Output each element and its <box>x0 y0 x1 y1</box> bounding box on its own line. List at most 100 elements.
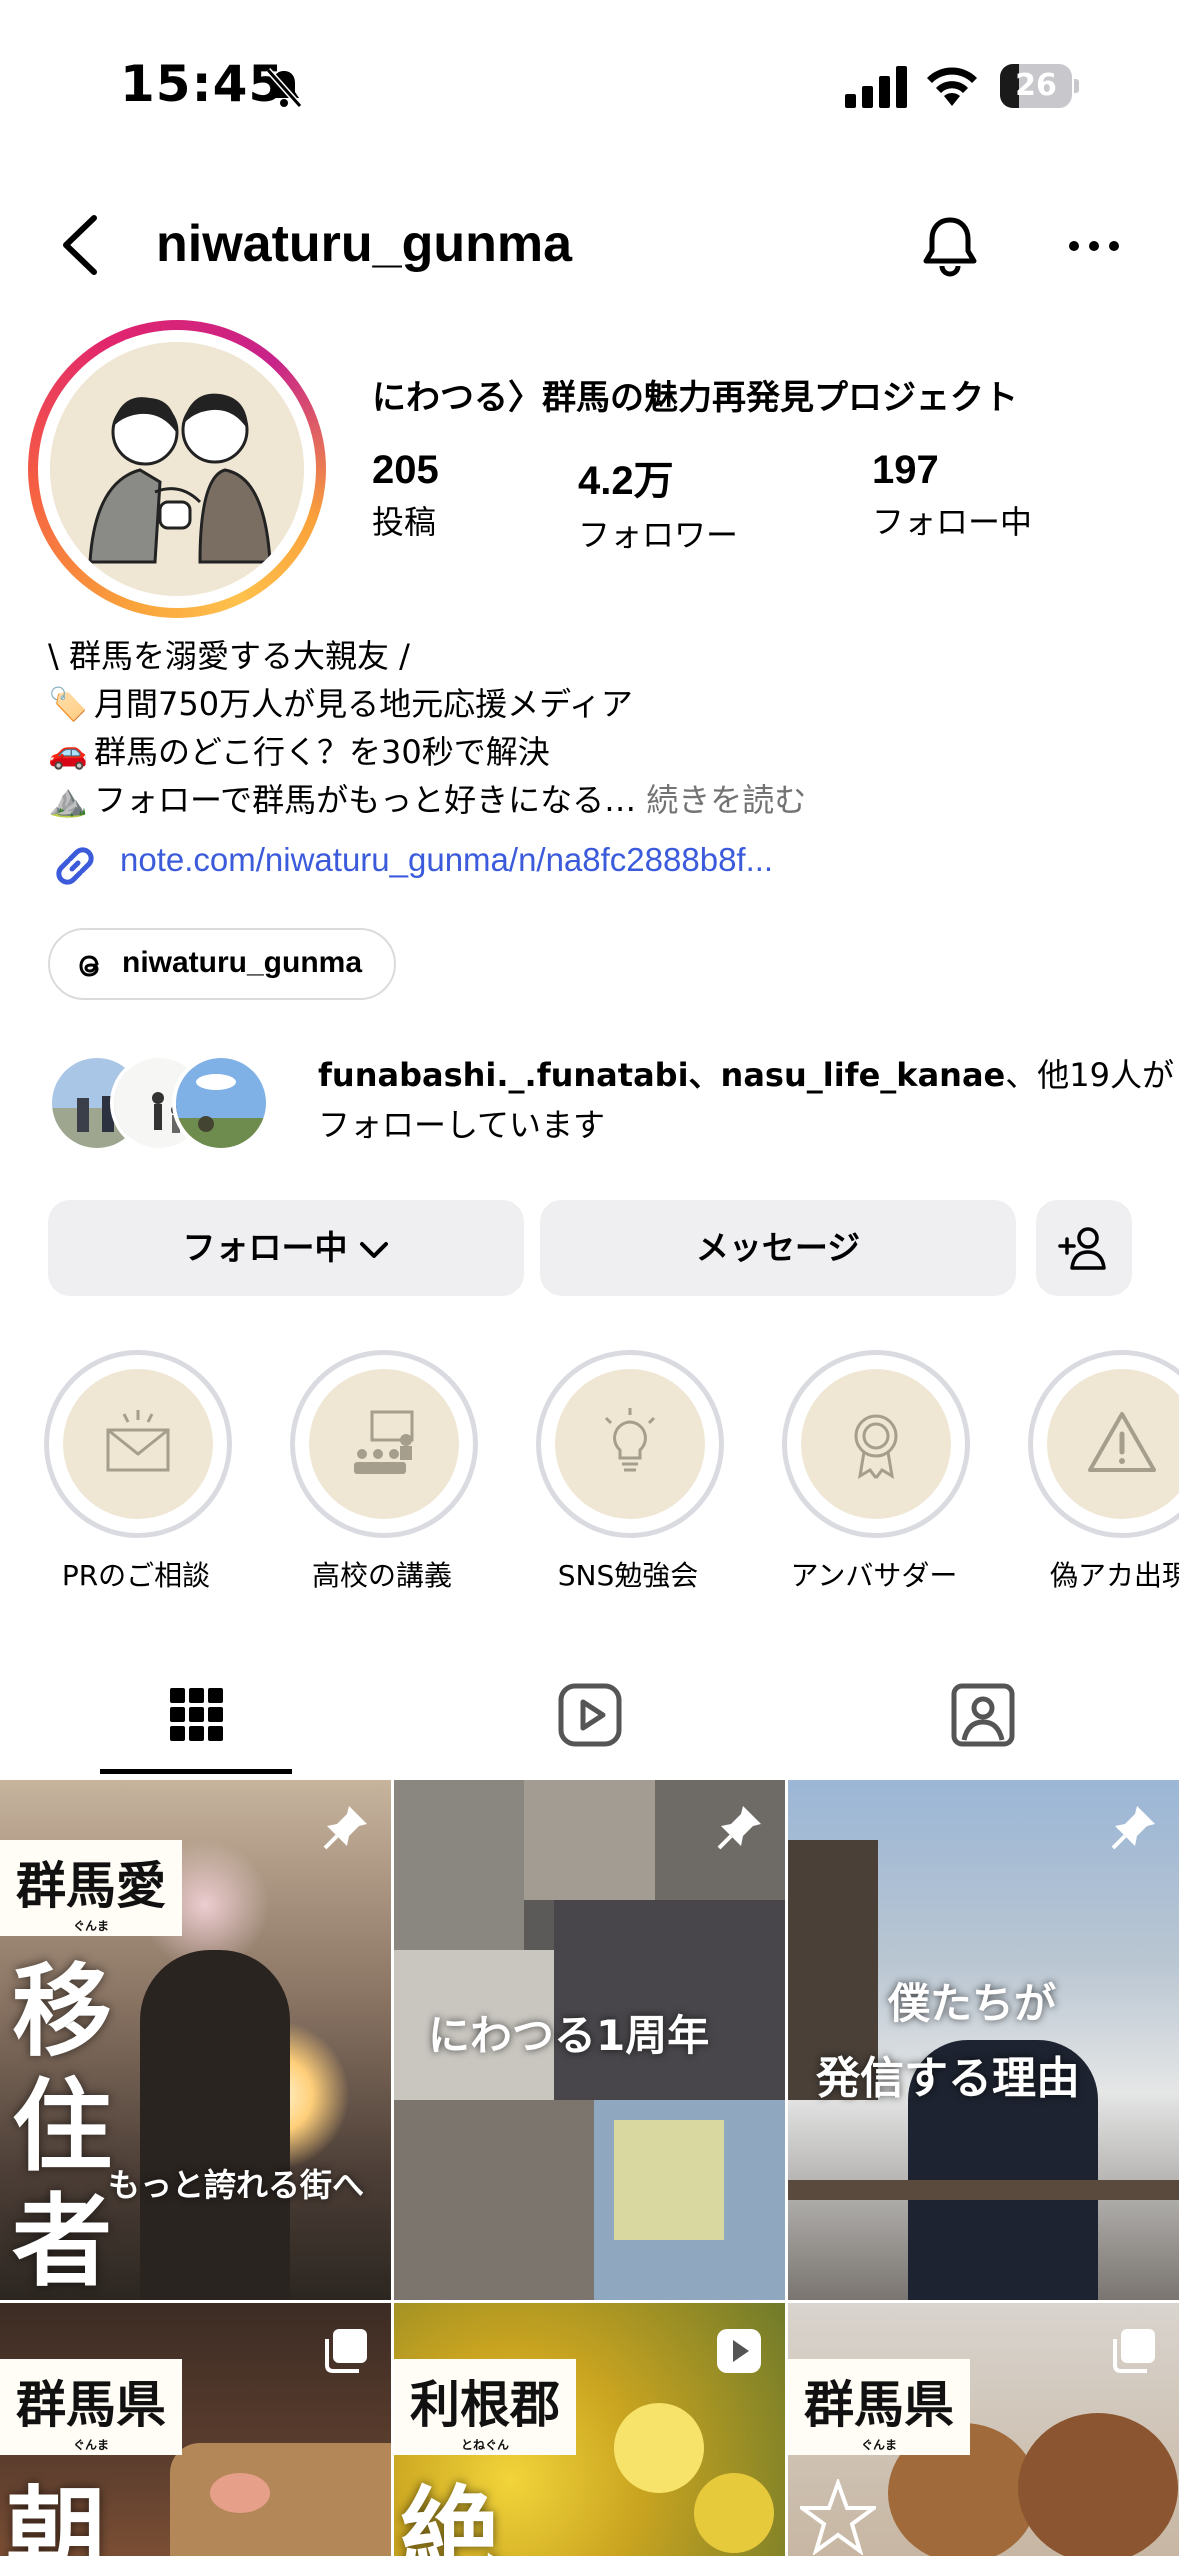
stat-posts-count: 205 <box>372 448 439 492</box>
grid-icon <box>170 1688 223 1741</box>
post-tile[interactable]: にわつる1周年 <box>394 1780 785 2300</box>
post-tag-text: 群馬県 <box>16 2376 166 2434</box>
stat-followers[interactable]: 4.2万 フォロワー <box>578 448 738 556</box>
car-emoji-icon: 🚗 <box>48 733 88 771</box>
post-tag-box: 群馬県 ぐんま <box>788 2359 970 2455</box>
bio-line-2-text: 月間750万人が見る地元応援メディア <box>94 685 633 723</box>
mutual-follower-avatar <box>172 1054 270 1152</box>
post-caption-line2: 発信する理由 <box>816 2053 1080 2104</box>
threads-username: niwaturu_gunma <box>122 946 363 979</box>
profile-avatar-story-ring[interactable] <box>28 320 326 618</box>
wifi-icon <box>927 67 977 106</box>
message-button[interactable]: メッセージ <box>540 1200 1016 1296</box>
post-tag-text: 利根郡 <box>410 2376 560 2434</box>
stat-posts-label: 投稿 <box>372 503 437 541</box>
status-bar: 15:45 26 <box>0 0 1179 170</box>
following-button-label: フォロー中 <box>182 1228 348 1267</box>
profile-header: niwaturu_gunma <box>0 190 1179 300</box>
envelope-icon <box>106 1410 170 1472</box>
cellular-signal-icon <box>845 66 907 108</box>
tab-reels[interactable] <box>393 1660 786 1775</box>
post-caption-line1: 僕たちが <box>888 1979 1057 2028</box>
post-tile[interactable]: 利根郡とねぐん 絶 <box>394 2303 785 2556</box>
tab-posts-grid[interactable] <box>0 1660 393 1775</box>
pin-icon <box>323 1806 367 1850</box>
mutual-followers[interactable]: funabashi._.funatabi、nasu_life_kanae、他19… <box>48 1050 1174 1160</box>
following-button[interactable]: フォロー中 <box>48 1200 524 1296</box>
bio-line-2: 🏷️ 月間750万人が見る地元応援メディア <box>48 680 1148 728</box>
profile-actions: フォロー中 メッセージ <box>48 1200 1132 1296</box>
stat-followers-label: フォロワー <box>578 516 739 554</box>
stat-posts[interactable]: 205 投稿 <box>372 448 439 543</box>
warning-icon <box>1088 1412 1156 1472</box>
posts-grid: 群馬愛 ぐんま 移 住 者 もっと誇れる街へ にわつる1周年 僕たちが 発信する理… <box>0 1780 1179 2556</box>
reel-play-icon <box>717 2329 761 2373</box>
badge-icon <box>854 1414 898 1479</box>
suggest-people-button[interactable] <box>1036 1200 1132 1296</box>
link-icon <box>56 847 94 885</box>
highlight-label: アンバサダー <box>790 1559 958 1592</box>
post-tile[interactable]: 群馬県 ぐんま <box>788 2303 1179 2556</box>
profile-bio: \ 群馬を溺愛する大親友 / 🏷️ 月間750万人が見る地元応援メディア 🚗 群馬の… <box>48 632 1148 824</box>
highlight-label: PRのご相談 <box>61 1559 211 1592</box>
threads-profile-chip[interactable]: niwaturu_gunma <box>48 928 396 1000</box>
post-tag-reading: とねぐん <box>460 2438 509 2452</box>
post-caption: もっと誇れる街へ <box>108 2166 365 2204</box>
carousel-icon <box>325 2329 367 2373</box>
post-tag-reading: ぐんま <box>860 2438 897 2452</box>
story-highlights: PRのご相談 高校の講義 SNS勉強会 アンバサダー 偽アカ出現 <box>0 1350 1179 1600</box>
star-icon <box>800 2479 876 2555</box>
profile-display-name: にわつる〉群馬の魅力再発見プロジェクト <box>372 378 1018 418</box>
active-tab-indicator <box>100 1769 292 1774</box>
mountain-emoji-icon: ⛰️ <box>48 781 88 819</box>
post-tile[interactable]: 僕たちが 発信する理由 <box>788 1780 1179 2300</box>
bio-line-3: 🚗 群馬のどこ行く？を30秒で解決 <box>48 728 1148 776</box>
post-caption: にわつる1周年 <box>428 2011 710 2060</box>
post-vertical-char: 者 <box>12 2183 112 2300</box>
threads-icon <box>79 955 99 977</box>
tagged-icon <box>951 1683 1015 1747</box>
bio-read-more-link[interactable]: 続きを読む <box>646 781 806 819</box>
stat-followers-count: 4.2万 <box>578 459 674 503</box>
bio-line-4: ⛰️ フォローで群馬がもっと好きになる… 続きを読む <box>48 776 1148 824</box>
post-tag-box: 群馬県 ぐんま <box>0 2359 182 2455</box>
post-tag-text: 群馬県 <box>804 2376 954 2434</box>
post-tag-text: 群馬愛 <box>16 1857 166 1915</box>
stat-following-count: 197 <box>872 448 939 492</box>
post-big-char: 朝 <box>6 2476 106 2556</box>
bio-line-3-text: 群馬のどこ行く？を30秒で解決 <box>94 733 550 771</box>
stat-following[interactable]: 197 フォロー中 <box>872 448 1032 543</box>
battery-indicator: 26 <box>1000 64 1080 108</box>
bio-line-4-text: フォローで群馬がもっと好きになる… <box>94 781 637 819</box>
post-tile[interactable]: 群馬愛 ぐんま 移 住 者 もっと誇れる街へ <box>0 1780 391 2300</box>
notification-bell-icon[interactable] <box>914 210 986 282</box>
chevron-down-icon <box>359 1241 388 1258</box>
back-chevron-icon[interactable] <box>52 210 112 280</box>
carousel-icon <box>1113 2329 1155 2373</box>
status-time: 15:45 <box>120 55 285 113</box>
lightbulb-icon <box>604 1408 656 1472</box>
tab-tagged[interactable] <box>786 1660 1179 1775</box>
highlight-label: 高校の講義 <box>311 1559 452 1592</box>
stat-following-label: フォロー中 <box>872 503 1033 541</box>
bio-line-1: \ 群馬を溺愛する大親友 / <box>48 637 410 675</box>
bell-muted-icon <box>265 68 303 108</box>
post-tag-reading: ぐんま <box>72 2438 109 2452</box>
post-tag-box: 群馬愛 ぐんま <box>0 1840 182 1936</box>
pin-icon <box>1111 1806 1155 1850</box>
highlight-label: SNS勉強会 <box>557 1559 699 1592</box>
post-tag-box: 利根郡 とねぐん <box>394 2359 576 2455</box>
pin-icon <box>717 1806 761 1850</box>
post-big-char: 絶 <box>400 2476 500 2556</box>
profile-avatar <box>50 342 304 596</box>
battery-percent: 26 <box>1015 68 1057 103</box>
profile-content-tabs <box>0 1660 1179 1775</box>
lecture-icon <box>354 1410 414 1474</box>
reels-icon <box>558 1683 622 1747</box>
more-options-icon[interactable] <box>1064 226 1124 266</box>
post-tile[interactable]: 群馬県ぐんま 朝 <box>0 2303 391 2556</box>
profile-link-text[interactable]: note.com/niwaturu_gunma/n/na8fc2888b8f..… <box>120 841 773 879</box>
add-person-icon <box>1058 1227 1106 1270</box>
mutual-follower-names: funabashi._.funatabi、nasu_life_kanae <box>318 1056 1006 1094</box>
message-button-label: メッセージ <box>695 1228 861 1267</box>
